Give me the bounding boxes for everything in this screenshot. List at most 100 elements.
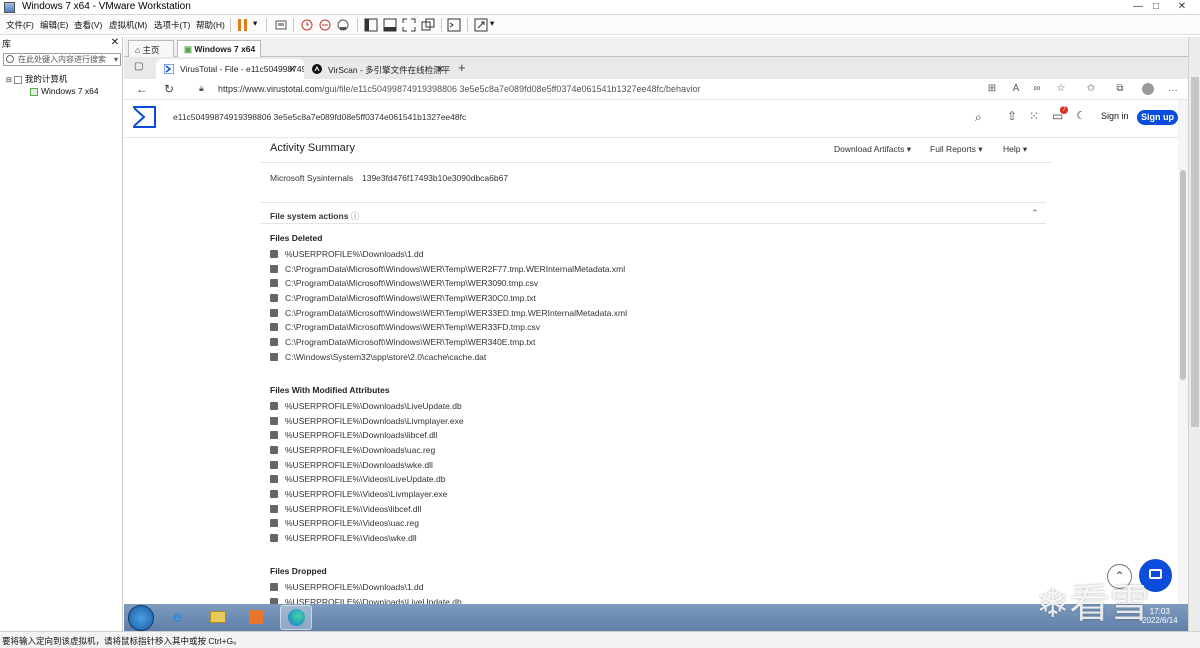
tree-item-my-computer[interactable]: ⊟ 我的计算机 <box>6 73 67 85</box>
send-keys-icon[interactable] <box>274 18 288 32</box>
menu-file[interactable]: 文件(F) <box>6 19 34 31</box>
help-menu[interactable]: Help ▾ <box>1003 144 1027 155</box>
scrollbar-thumb[interactable] <box>1191 77 1199 427</box>
list-item[interactable]: C:\ProgramData\Microsoft\Windows\WER\Tem… <box>270 308 627 318</box>
tree-item-label: Windows 7 x64 <box>41 86 99 96</box>
immersive-reader-icon[interactable]: ∞ <box>1030 83 1044 95</box>
new-tab-button[interactable]: + <box>458 60 466 75</box>
virustotal-logo-icon[interactable] <box>132 106 156 128</box>
tab-home[interactable]: ⌂ 主页 ✕ <box>128 40 174 66</box>
file-icon <box>270 490 278 498</box>
taskbar-media[interactable] <box>240 605 272 630</box>
list-item[interactable]: %USERPROFILE%\Videos\LiveUpdate.db <box>270 474 445 484</box>
maximize-icon[interactable]: □ <box>1147 0 1165 14</box>
list-item[interactable]: %USERPROFILE%\Videos\Livmplayer.exe <box>270 489 447 499</box>
file-icon <box>270 431 278 439</box>
start-button[interactable] <box>128 605 154 631</box>
file-icon <box>270 583 278 591</box>
taskbar-ie[interactable]: e <box>164 605 196 630</box>
unity-icon[interactable] <box>421 18 435 32</box>
snapshot-manager-icon[interactable] <box>336 18 350 32</box>
minimize-icon[interactable]: — <box>1129 0 1147 14</box>
file-icon <box>270 446 278 454</box>
list-item[interactable]: %USERPROFILE%\Downloads\uac.reg <box>270 445 435 455</box>
thumbnail-bar-icon[interactable] <box>383 18 397 32</box>
list-item[interactable]: C:\ProgramData\Microsoft\Windows\WER\Tem… <box>270 264 625 274</box>
back-icon[interactable]: ← <box>136 82 148 96</box>
menu-edit[interactable]: 编辑(E) <box>40 19 68 31</box>
taskbar-explorer[interactable] <box>202 605 234 630</box>
file-system-actions-header[interactable]: File system actions ⓘ <box>270 210 359 222</box>
guest-display[interactable]: ▢ VirusTotal - File - e11c5049987491 ✕ V… <box>124 57 1188 631</box>
snapshot-icon[interactable] <box>300 18 314 32</box>
full-screen-icon[interactable] <box>402 18 416 32</box>
list-item[interactable]: %USERPROFILE%\Videos\uac.reg <box>270 518 419 528</box>
dark-mode-icon[interactable]: ☾ <box>1076 109 1086 122</box>
tree-item-windows-7[interactable]: Windows 7 x64 <box>30 86 99 96</box>
chevron-up-icon[interactable]: ⌃ <box>1031 208 1039 219</box>
list-item[interactable]: %USERPROFILE%\Downloads\LiveUpdate.db <box>270 401 462 411</box>
list-item[interactable]: C:\ProgramData\Microsoft\Windows\WER\Tem… <box>270 293 536 303</box>
vmware-title-bar: Windows 7 x64 - VMware Workstation — □ ✕ <box>0 0 1200 15</box>
tab-virscan[interactable]: VirScan - 多引擎文件在线检测平 ✕ <box>304 59 452 79</box>
download-artifacts-menu[interactable]: Download Artifacts ▾ <box>834 144 911 155</box>
library-close-icon[interactable]: ✕ <box>111 37 119 48</box>
list-item[interactable]: %USERPROFILE%\Downloads\libcef.dll <box>270 430 438 440</box>
upload-icon[interactable]: ⇧ <box>1007 109 1017 123</box>
stretch-guest-icon[interactable] <box>474 18 488 32</box>
full-reports-menu[interactable]: Full Reports ▾ <box>930 144 982 155</box>
list-item[interactable]: %USERPROFILE%\Videos\libcef.dll <box>270 504 421 514</box>
file-path: %USERPROFILE%\Downloads\Livmplayer.exe <box>285 416 464 426</box>
info-icon[interactable]: ⓘ <box>351 211 360 221</box>
stretch-dropdown-icon[interactable]: ▾ <box>490 18 494 29</box>
console-view-icon[interactable] <box>447 18 461 32</box>
favorites-icon[interactable]: ✩ <box>1084 83 1098 95</box>
more-icon[interactable]: … <box>1166 83 1180 95</box>
sign-in-link[interactable]: Sign in <box>1101 111 1129 121</box>
menu-vm[interactable]: 虚拟机(M) <box>109 19 147 31</box>
library-header: 库 ✕ <box>0 37 123 51</box>
refresh-icon[interactable]: ↻ <box>164 82 174 96</box>
tab-windows-7[interactable]: ▣ Windows 7 x64 ✕ <box>177 40 261 65</box>
menu-tabs[interactable]: 选项卡(T) <box>154 19 190 31</box>
vt-search-input[interactable]: e11c50499874919398806 3e5e5c8a7e089fd08e… <box>173 112 466 122</box>
search-icon[interactable]: ⌕ <box>975 110 982 125</box>
tab-actions-icon[interactable]: ▢ <box>134 61 143 72</box>
add-favorite-icon[interactable]: ☆ <box>1054 83 1068 95</box>
vm-scrollbar[interactable] <box>1188 37 1200 631</box>
lock-icon[interactable]: 🔒︎ <box>199 83 204 94</box>
pause-icon[interactable] <box>236 18 250 32</box>
list-item[interactable]: C:\ProgramData\Microsoft\Windows\WER\Tem… <box>270 322 540 332</box>
search-dropdown-icon[interactable]: ▾ <box>114 54 118 65</box>
app-available-icon[interactable]: ⊞ <box>985 83 999 95</box>
tab-virustotal[interactable]: VirusTotal - File - e11c5049987491 ✕ <box>156 59 304 79</box>
revert-snapshot-icon[interactable] <box>318 18 332 32</box>
file-icon <box>270 323 278 331</box>
list-item[interactable]: %USERPROFILE%\Downloads\wke.dll <box>270 460 433 470</box>
pause-dropdown-icon[interactable]: ▾ <box>253 18 257 29</box>
list-item[interactable]: %USERPROFILE%\Downloads\Livmplayer.exe <box>270 416 464 426</box>
read-aloud-icon[interactable]: A <box>1009 83 1023 95</box>
list-item[interactable]: %USERPROFILE%\Downloads\1.dd <box>270 582 423 592</box>
profile-avatar[interactable] <box>1142 83 1154 95</box>
sign-up-button[interactable]: Sign up <box>1137 110 1178 125</box>
list-item[interactable]: %USERPROFILE%\Videos\wke.dll <box>270 533 417 543</box>
tree-collapse-icon[interactable]: ⊟ <box>6 77 12 84</box>
close-icon[interactable]: ✕ <box>288 64 296 75</box>
taskbar-edge[interactable] <box>280 605 312 630</box>
close-icon[interactable]: ✕ <box>436 64 444 75</box>
list-item[interactable]: C:\ProgramData\Microsoft\Windows\WER\Tem… <box>270 337 535 347</box>
menu-help[interactable]: 帮助(H) <box>196 19 225 31</box>
apps-grid-icon[interactable]: ⁙ <box>1029 109 1039 123</box>
show-library-icon[interactable] <box>364 18 378 32</box>
collections-icon[interactable]: ⧉ <box>1113 83 1127 95</box>
page-scrollbar[interactable] <box>1178 100 1188 608</box>
url-field[interactable]: 🔒︎ https://www.virustotal.com/gui/file/e… <box>188 80 985 98</box>
library-search-input[interactable]: 在此处键入内容进行搜索 ▾ <box>3 53 121 66</box>
scrollbar-thumb[interactable] <box>1180 170 1186 380</box>
list-item[interactable]: C:\Windows\System32\spp\store\2.0\cache\… <box>270 352 486 362</box>
menu-view[interactable]: 查看(V) <box>74 19 102 31</box>
list-item[interactable]: C:\ProgramData\Microsoft\Windows\WER\Tem… <box>270 278 538 288</box>
list-item[interactable]: %USERPROFILE%\Downloads\1.dd <box>270 249 423 259</box>
close-icon[interactable]: ✕ <box>1165 0 1199 14</box>
